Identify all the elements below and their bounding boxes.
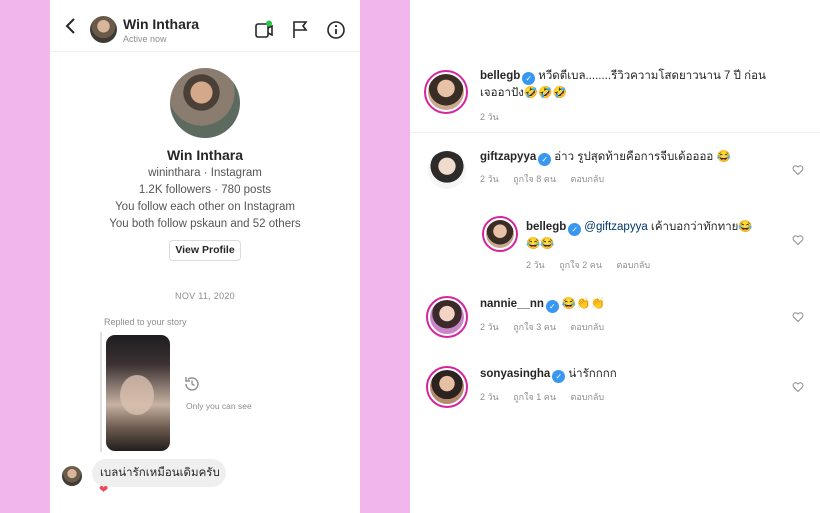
comment-meta: 2 วัน ถูกใจ 3 คน ตอบกลับ: [480, 322, 605, 332]
profile-avatar[interactable]: [170, 68, 240, 138]
info-icon[interactable]: [326, 20, 346, 40]
view-profile-button[interactable]: View Profile: [169, 240, 241, 261]
mutual-follows: You both follow pskaun and 52 others: [109, 218, 301, 230]
comment-text: nannie__nn ✓ 😂👏👏: [480, 298, 605, 313]
likes-count[interactable]: ถูกใจ 2 คน: [559, 260, 602, 270]
verified-badge-icon: ✓: [522, 72, 536, 85]
avatar[interactable]: [482, 216, 518, 252]
profile-handle: wininthara · Instagram: [148, 167, 262, 179]
reply-indicator: [100, 332, 102, 452]
comment-text: sonyasingha ✓ น่ารักกกก: [480, 368, 617, 383]
heart-icon[interactable]: [792, 381, 804, 393]
only-you-label: Only you can see: [186, 401, 252, 411]
avatar[interactable]: [424, 70, 468, 114]
mention-link[interactable]: @giftzapyya: [584, 221, 647, 233]
comment-username[interactable]: sonyasingha: [480, 368, 550, 380]
reply-button[interactable]: ตอบกลับ: [617, 260, 651, 270]
comment-meta: 2 วัน ถูกใจ 8 คน ตอบกลับ: [480, 174, 605, 184]
message-bubble[interactable]: เบลน่ารักเหมือนเดิมครับ: [92, 459, 226, 487]
comment-meta: 2 วัน: [480, 112, 499, 122]
sender-avatar[interactable]: [62, 466, 82, 486]
replied-label: Replied to your story: [104, 317, 187, 327]
dm-header: Win Inthara Active now: [50, 0, 360, 52]
comment-text: bellegb ✓ @giftzapyya เค้าบอกว่าทักทาย😂 😂😂: [526, 221, 753, 250]
follow-status: You follow each other on Instagram: [115, 201, 295, 213]
likes-count[interactable]: ถูกใจ 1 คน: [513, 392, 556, 402]
reply-button[interactable]: ตอบกลับ: [571, 392, 605, 402]
heart-icon[interactable]: [792, 164, 804, 176]
date-separator: NOV 11, 2020: [175, 291, 235, 301]
comments-panel: bellegb ✓ หวีดตีเบล........รีวิวความโสดยาว…: [410, 0, 820, 513]
likes-count[interactable]: ถูกใจ 8 คน: [513, 174, 556, 184]
heart-reaction-icon[interactable]: ❤: [99, 483, 108, 496]
back-icon[interactable]: [64, 18, 78, 34]
heart-icon[interactable]: [792, 311, 804, 323]
comment-text: giftzapyya ✓ อ่าว รูปสุดท้ายคือการจีบเด้ออ…: [480, 151, 731, 166]
avatar[interactable]: [90, 16, 117, 43]
divider: [410, 132, 820, 133]
comment-text: bellegb ✓ หวีดตีเบล........รีวิวความโสดยาว…: [480, 70, 766, 99]
comment-meta: 2 วัน ถูกใจ 1 คน ตอบกลับ: [480, 392, 605, 402]
comment-username[interactable]: bellegb: [526, 221, 566, 233]
comment-username[interactable]: nannie__nn: [480, 298, 544, 310]
chat-title[interactable]: Win Inthara: [123, 16, 199, 32]
reply-button[interactable]: ตอบกลับ: [571, 322, 605, 332]
history-icon: [185, 377, 199, 391]
verified-badge-icon: ✓: [545, 300, 559, 313]
active-status: Active now: [123, 34, 167, 44]
avatar[interactable]: [426, 366, 468, 408]
profile-stats: 1.2K followers · 780 posts: [138, 184, 272, 196]
story-thumbnail[interactable]: [106, 335, 170, 451]
profile-name: Win Inthara: [166, 147, 244, 163]
comment-username[interactable]: giftzapyya: [480, 151, 536, 163]
flag-icon[interactable]: [290, 20, 310, 40]
verified-badge-icon: ✓: [538, 153, 552, 166]
avatar[interactable]: [428, 151, 466, 189]
dm-panel: Win Inthara Active now Win Inthara winin…: [50, 0, 360, 513]
comment-meta: 2 วัน ถูกใจ 2 คน ตอบกลับ: [526, 260, 651, 270]
verified-badge-icon: ✓: [568, 223, 582, 236]
heart-icon[interactable]: [792, 234, 804, 246]
reply-button[interactable]: ตอบกลับ: [571, 174, 605, 184]
likes-count[interactable]: ถูกใจ 3 คน: [513, 322, 556, 332]
video-call-icon[interactable]: [254, 20, 274, 40]
verified-badge-icon: ✓: [552, 370, 566, 383]
comment-username[interactable]: bellegb: [480, 70, 520, 82]
avatar[interactable]: [426, 296, 468, 338]
